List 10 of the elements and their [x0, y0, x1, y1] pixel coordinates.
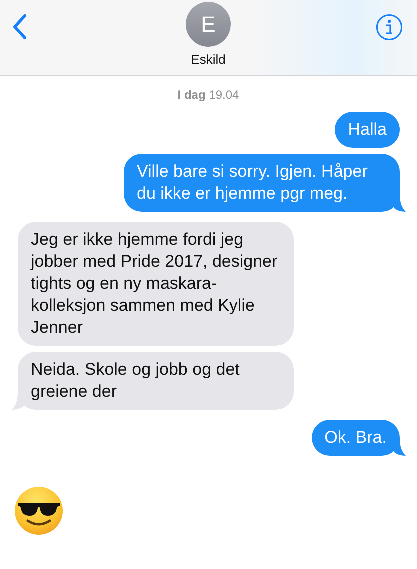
sent-message: Halla [335, 112, 400, 148]
contact-name: Eskild [191, 52, 226, 67]
timestamp: I dag 19.04 [176, 88, 240, 102]
received-message: Neida. Skole og jobb og det greiene der [18, 352, 294, 410]
contact-avatar[interactable]: E [186, 2, 231, 47]
received-message: Jeg er ikke hjemme fordi jeg jobber med Pride 2017, designer tights og en ny maskara-kolleksjon sammen med Kylie Jenner [18, 222, 294, 346]
info-button[interactable] [376, 14, 403, 41]
sunglasses-face-icon [14, 486, 64, 536]
sent-message: Ville bare si sorry. Igjen. Håper du ikke er hjemme pgr meg. [124, 154, 400, 212]
back-button[interactable] [12, 14, 28, 40]
